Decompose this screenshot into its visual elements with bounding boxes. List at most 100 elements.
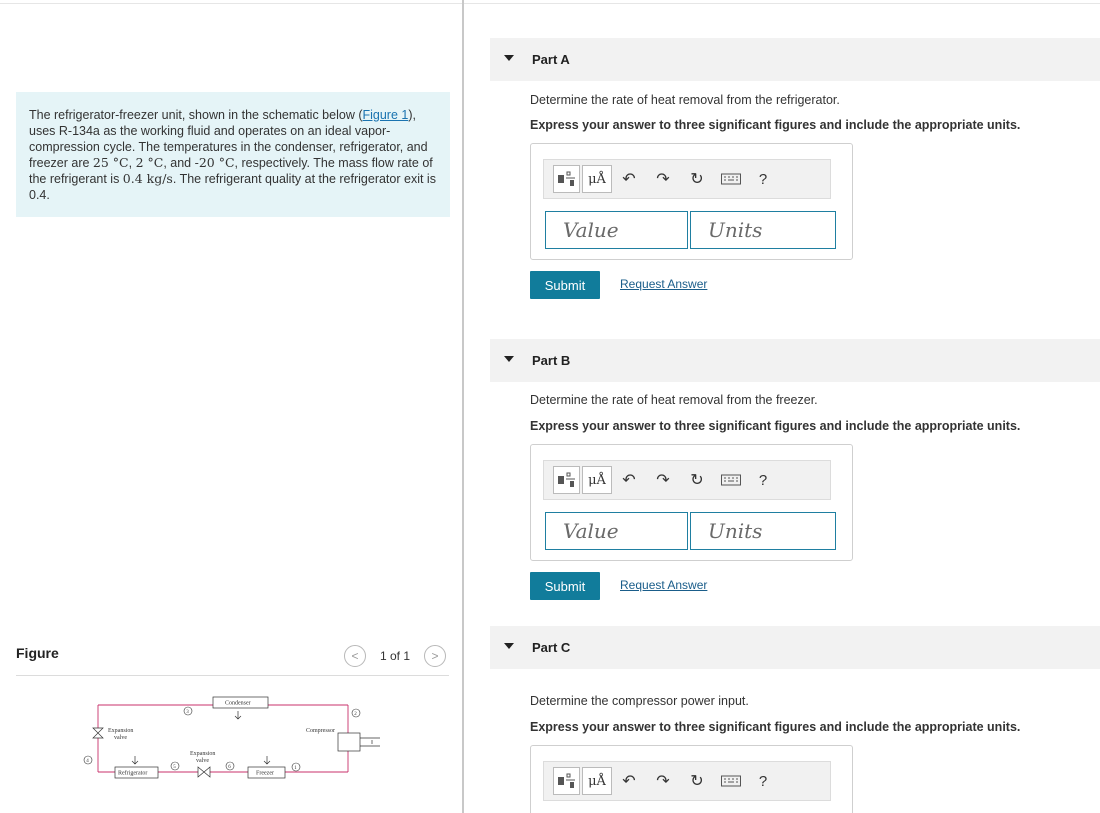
units-button[interactable]: μÅ [582, 466, 612, 494]
redo-icon: ↷ [656, 773, 670, 790]
part-b-value-input[interactable]: Value [545, 512, 688, 550]
part-a-submit-button[interactable]: Submit [530, 271, 600, 299]
part-c-label: Part C [532, 640, 571, 655]
undo-button[interactable]: ↶ [612, 466, 646, 494]
reset-button[interactable]: ↻ [680, 466, 714, 494]
part-a-question: Determine the rate of heat removal from … [530, 93, 840, 107]
chevron-left-icon: < [351, 649, 359, 663]
condenser-label: Condenser [225, 701, 251, 707]
keyboard-button[interactable] [714, 767, 748, 795]
caret-down-icon [504, 356, 514, 362]
template-button[interactable] [553, 466, 580, 494]
reset-icon: ↻ [690, 472, 704, 489]
part-a-units-input[interactable]: Units [690, 211, 836, 249]
part-a-toolbar: μÅ ↶ ↷ ↻ ? [543, 159, 831, 199]
chevron-right-icon: > [431, 649, 439, 663]
part-b-question: Determine the rate of heat removal from … [530, 393, 818, 407]
prev-figure-button[interactable]: < [344, 645, 366, 667]
part-b-answer-box: μÅ ↶ ↷ ↻ ? Value Units [530, 444, 853, 561]
template-button[interactable] [553, 767, 580, 795]
expansion-valve-1-label-b: valve [114, 735, 127, 741]
undo-icon: ↶ [622, 773, 636, 790]
next-figure-button[interactable]: > [424, 645, 447, 667]
reset-icon: ↻ [690, 773, 704, 790]
compressor-shaft-icon [360, 737, 380, 747]
help-button[interactable]: ? [748, 165, 778, 193]
units-button[interactable]: μÅ [582, 767, 612, 795]
part-b-units-input[interactable]: Units [690, 512, 836, 550]
figure-title: Figure [16, 645, 59, 661]
part-b-label: Part B [532, 353, 571, 368]
keyboard-icon [721, 474, 741, 486]
expansion-valve-1-label: Expansion [108, 728, 133, 734]
freezer-heat-arrow-icon [263, 756, 271, 765]
part-a-instruction: Express your answer to three significant… [530, 118, 1021, 132]
part-a-label: Part A [532, 52, 570, 67]
part-c-instruction: Express your answer to three significant… [530, 720, 1021, 734]
undo-icon: ↶ [622, 472, 636, 489]
keyboard-button[interactable] [714, 466, 748, 494]
template-icon [557, 472, 575, 487]
redo-icon: ↷ [656, 171, 670, 188]
undo-button[interactable]: ↶ [612, 767, 646, 795]
help-button[interactable]: ? [748, 767, 778, 795]
condenser-temp: 25 °C [92, 155, 129, 170]
expansion-valve-2-label-b: valve [196, 758, 209, 764]
units-button[interactable]: μÅ [582, 165, 612, 193]
template-icon [557, 773, 575, 788]
redo-button[interactable]: ↷ [646, 165, 680, 193]
part-a-value-input[interactable]: Value [545, 211, 688, 249]
redo-button[interactable]: ↷ [646, 767, 680, 795]
problem-sep-1: , [128, 156, 136, 170]
template-icon [557, 171, 575, 186]
reset-icon: ↻ [690, 171, 704, 188]
freezer-label: Freezer [256, 771, 274, 777]
problem-statement: The refrigerator-freezer unit, shown in … [16, 92, 450, 217]
problem-sep-2: , and [163, 156, 195, 170]
redo-button[interactable]: ↷ [646, 466, 680, 494]
refrigerator-label: Refrigerator [118, 770, 147, 777]
piping [97, 704, 349, 773]
part-a-header[interactable]: Part A [490, 38, 1100, 81]
left-panel: The refrigerator-freezer unit, shown in … [0, 0, 463, 813]
caret-down-icon [504, 55, 514, 61]
redo-icon: ↷ [656, 472, 670, 489]
part-c-question: Determine the compressor power input. [530, 694, 749, 708]
figure-rule [16, 675, 449, 676]
expansion-valve-2-icon [197, 766, 211, 778]
part-b-header[interactable]: Part B [490, 339, 1100, 382]
part-c-header[interactable]: Part C [490, 626, 1100, 669]
part-b-instruction: Express your answer to three significant… [530, 419, 1021, 433]
undo-icon: ↶ [622, 171, 636, 188]
compressor-box [337, 732, 361, 752]
heat-in-arrow-icon [131, 756, 139, 765]
part-b-submit-button[interactable]: Submit [530, 572, 600, 600]
mass-flow-rate: 0.4 kg/s [122, 171, 173, 186]
expansion-valve-1-icon [92, 727, 104, 739]
freezer-temp: -20 °C [194, 155, 235, 170]
reset-button[interactable]: ↻ [680, 767, 714, 795]
figure-count: 1 of 1 [380, 649, 411, 663]
keyboard-icon [721, 173, 741, 185]
problem-text-1: The refrigerator-freezer unit, shown in … [29, 108, 363, 122]
keyboard-button[interactable] [714, 165, 748, 193]
caret-down-icon [504, 643, 514, 649]
template-button[interactable] [553, 165, 580, 193]
expansion-valve-2-label: Expansion [190, 751, 215, 757]
part-a-request-answer-link[interactable]: Request Answer [620, 277, 707, 291]
part-b-toolbar: μÅ ↶ ↷ ↻ ? [543, 460, 831, 500]
help-button[interactable]: ? [748, 466, 778, 494]
compressor-label: Compressor [306, 728, 335, 734]
reset-button[interactable]: ↻ [680, 165, 714, 193]
figure-link[interactable]: Figure 1 [362, 108, 408, 122]
undo-button[interactable]: ↶ [612, 165, 646, 193]
figure-pager: < 1 of 1 > [344, 645, 447, 667]
refrigeration-schematic[interactable]: Condenser Compressor Expansion valve Ref… [80, 690, 380, 790]
part-c-toolbar: μÅ ↶ ↷ ↻ ? [543, 761, 831, 801]
heat-out-arrow-icon [234, 711, 242, 720]
refrigerator-temp: 2 °C [135, 155, 164, 170]
part-b-request-answer-link[interactable]: Request Answer [620, 578, 707, 592]
part-a-answer-box: μÅ ↶ ↷ ↻ ? Value Units [530, 143, 853, 260]
part-c-answer-box: μÅ ↶ ↷ ↻ ? [530, 745, 853, 813]
keyboard-icon [721, 775, 741, 787]
